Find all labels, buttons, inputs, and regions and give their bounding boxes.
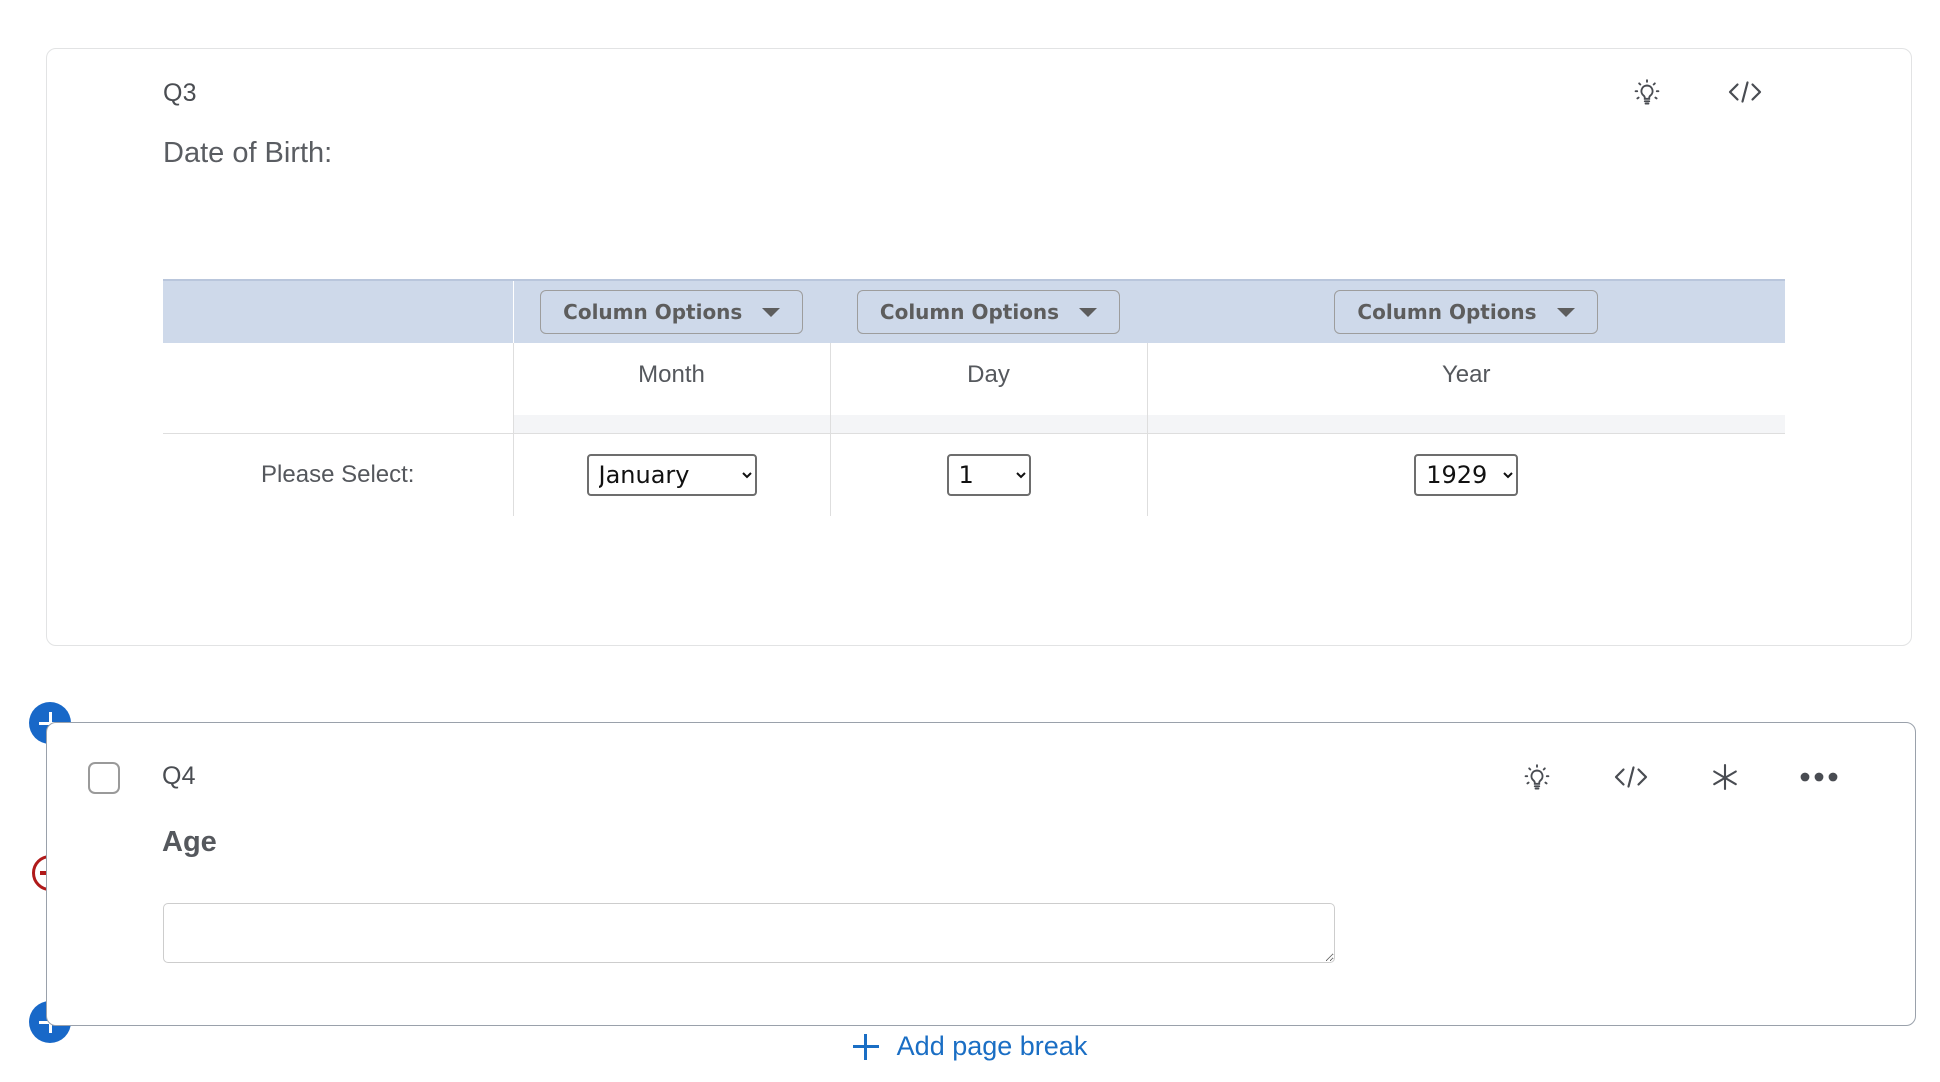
header-cell-day-options: Column Options — [830, 279, 1147, 343]
lightbulb-icon[interactable] — [1626, 71, 1668, 113]
column-header-month: Month — [512, 343, 830, 433]
date-of-birth-table: Column Options Column Options Column Opt… — [163, 279, 1785, 516]
column-options-label: Column Options — [1357, 300, 1537, 324]
plus-icon — [852, 1033, 879, 1060]
column-header-day: Day — [829, 343, 1147, 433]
question-select-checkbox-q4[interactable] — [88, 762, 120, 794]
column-options-label: Column Options — [563, 300, 743, 324]
add-page-break-label: Add page break — [896, 1031, 1088, 1061]
chevron-down-icon — [1079, 307, 1098, 317]
header-cell-year-options: Column Options — [1147, 279, 1785, 343]
table-row: Please Select: January 1 1929 — [163, 432, 1785, 516]
header-cell-blank — [163, 279, 514, 343]
header-underband — [1147, 414, 1785, 433]
header-underband — [830, 414, 1147, 433]
header-underband — [513, 414, 830, 433]
question-title-q3: Date of Birth: — [163, 137, 333, 169]
cell-month-select: January — [512, 432, 830, 516]
question-toolbar-q4 — [1516, 756, 1840, 798]
cell-year-select: 1929 — [1146, 432, 1785, 516]
chevron-down-icon — [762, 307, 781, 317]
column-header-year: Year — [1146, 343, 1785, 433]
cell-day-select: 1 — [829, 432, 1147, 516]
age-input[interactable] — [163, 903, 1335, 963]
header-cell-month-options: Column Options — [513, 279, 830, 343]
column-header-blank — [163, 343, 513, 433]
column-options-button-month[interactable]: Column Options — [540, 290, 804, 334]
year-select[interactable]: 1929 — [1414, 453, 1519, 496]
code-icon[interactable] — [1724, 71, 1766, 113]
question-toolbar-q3 — [1626, 71, 1766, 113]
column-options-button-year[interactable]: Column Options — [1334, 290, 1598, 334]
table-header-row-options: Column Options Column Options Column Opt… — [163, 279, 1785, 343]
lightbulb-icon[interactable] — [1516, 756, 1558, 798]
question-number-q3: Q3 — [163, 79, 197, 107]
code-icon[interactable] — [1610, 756, 1652, 798]
chevron-down-icon — [1556, 307, 1575, 317]
row-label-please-select: Please Select: — [163, 432, 513, 516]
asterisk-icon[interactable] — [1704, 756, 1746, 798]
table-header-row-labels: Month Day Year — [163, 343, 1785, 433]
question-title-q4: Age — [162, 826, 217, 858]
month-select[interactable]: January — [586, 453, 757, 496]
day-select[interactable]: 1 — [946, 453, 1031, 496]
question-card-q3: Q3 Date of Birth: Column Options Column … — [46, 48, 1912, 646]
ellipsis-icon[interactable] — [1798, 756, 1840, 798]
column-options-label: Column Options — [879, 300, 1060, 324]
add-page-break-button[interactable]: Add page break — [0, 1031, 1940, 1062]
column-options-button-day[interactable]: Column Options — [856, 290, 1121, 334]
question-number-q4: Q4 — [162, 762, 196, 790]
